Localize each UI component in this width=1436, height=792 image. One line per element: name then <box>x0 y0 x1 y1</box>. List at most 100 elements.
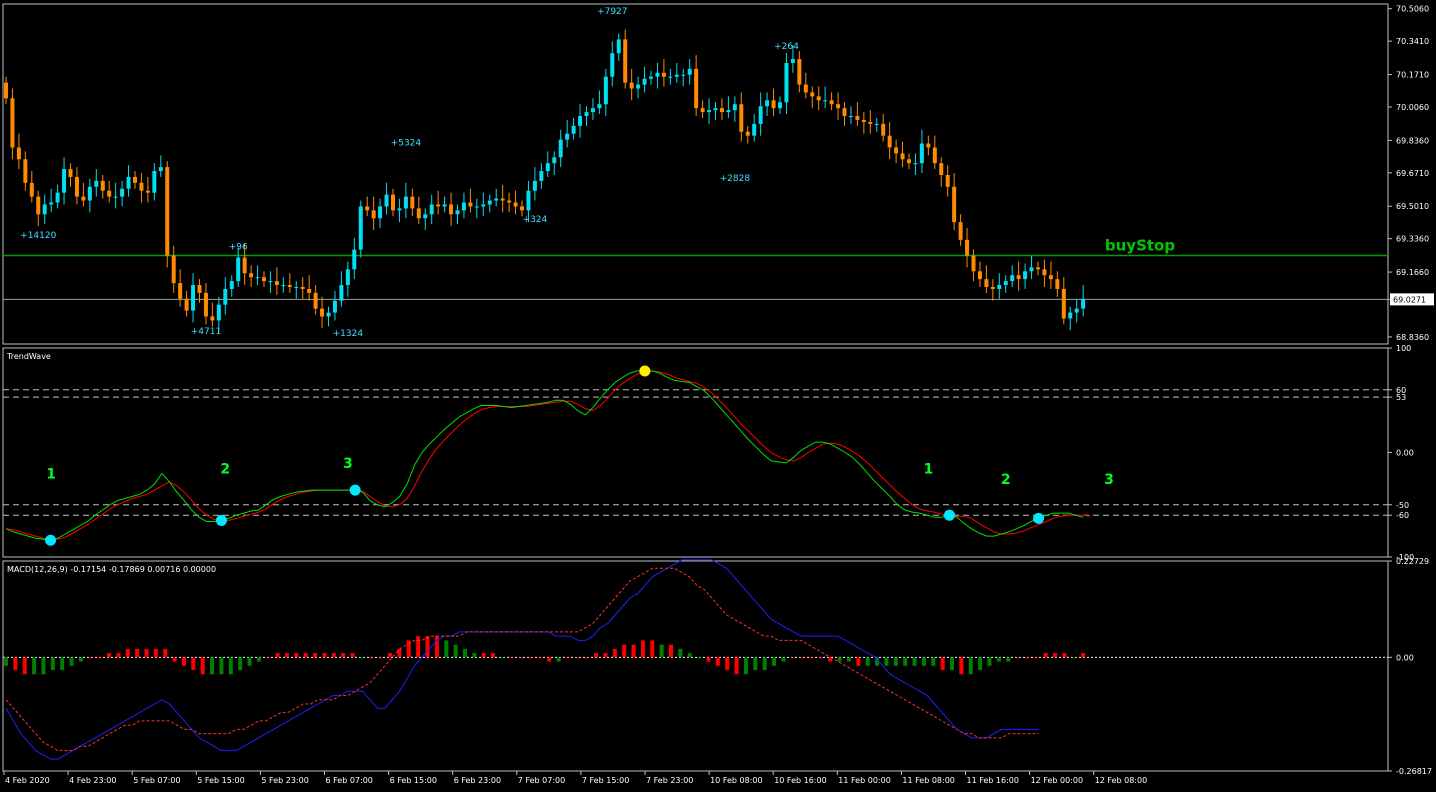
candle-bear[interactable] <box>242 257 247 274</box>
candle-bear[interactable] <box>900 153 905 160</box>
candle-bear[interactable] <box>1061 288 1066 319</box>
candle-bull[interactable] <box>823 100 828 102</box>
candle-bear[interactable] <box>81 196 86 201</box>
candle-bear[interactable] <box>449 204 454 215</box>
candle-bull[interactable] <box>565 133 570 140</box>
candle-bull[interactable] <box>584 112 589 117</box>
candle-bull[interactable] <box>42 204 47 215</box>
candle-bull[interactable] <box>778 102 782 109</box>
candle-bear[interactable] <box>178 283 183 299</box>
candle-bear[interactable] <box>977 271 982 280</box>
candle-bull[interactable] <box>461 202 466 211</box>
candle-bull[interactable] <box>919 143 924 164</box>
candle-bull[interactable] <box>610 53 615 77</box>
candle-bear[interactable] <box>468 202 473 207</box>
candle-bull[interactable] <box>126 176 131 189</box>
candle-bull[interactable] <box>384 194 389 207</box>
candle-bull[interactable] <box>352 249 357 270</box>
candle-bull[interactable] <box>532 180 537 191</box>
candle-bear[interactable] <box>623 39 628 83</box>
candle-bull[interactable] <box>636 84 641 89</box>
candle-bear[interactable] <box>313 292 318 309</box>
candle-bull[interactable] <box>1074 308 1079 313</box>
candle-bull[interactable] <box>152 171 157 193</box>
candle-bull[interactable] <box>94 180 99 187</box>
candle-bull[interactable] <box>655 72 660 77</box>
candle-bear[interactable] <box>842 108 847 117</box>
candle-bear[interactable] <box>500 198 505 201</box>
candle-bear[interactable] <box>307 288 312 293</box>
candle-bull[interactable] <box>255 277 260 279</box>
candle-bear[interactable] <box>887 135 892 148</box>
candle-bull[interactable] <box>590 108 595 113</box>
candle-bull[interactable] <box>281 285 286 287</box>
candle-bull[interactable] <box>1029 267 1034 272</box>
candle-bull[interactable] <box>326 312 331 317</box>
candle-bear[interactable] <box>1055 279 1060 289</box>
candle-bear[interactable] <box>694 68 699 109</box>
candle-bull[interactable] <box>1023 271 1028 280</box>
candle-bear[interactable] <box>365 206 370 211</box>
candle-bull[interactable] <box>223 288 228 305</box>
candle-bull[interactable] <box>49 202 54 205</box>
candle-bear[interactable] <box>965 239 970 256</box>
candle-bull[interactable] <box>87 186 92 201</box>
candle-bull[interactable] <box>758 106 763 124</box>
candle-bear[interactable] <box>1016 275 1021 280</box>
candle-bear[interactable] <box>371 210 376 219</box>
candle-bear[interactable] <box>210 316 215 321</box>
candle-bull[interactable] <box>707 110 712 113</box>
candle-bull[interactable] <box>578 116 583 126</box>
candle-bull[interactable] <box>378 206 383 219</box>
candle-bull[interactable] <box>1081 298 1086 309</box>
candle-bull[interactable] <box>674 74 679 77</box>
candle-bull[interactable] <box>726 110 731 113</box>
candle-bull[interactable] <box>120 188 125 197</box>
candle-bear[interactable] <box>700 108 705 113</box>
candle-bull[interactable] <box>687 68 692 75</box>
candle-bull[interactable] <box>571 125 576 134</box>
candle-bull[interactable] <box>642 78 647 85</box>
candle-bear[interactable] <box>926 143 931 148</box>
candle-bull[interactable] <box>790 59 795 63</box>
candle-bull[interactable] <box>358 206 363 250</box>
candle-bear[interactable] <box>100 180 105 191</box>
candle-bear[interactable] <box>203 292 208 317</box>
candle-bull[interactable] <box>752 123 757 136</box>
candle-bull[interactable] <box>681 74 686 76</box>
candle-bear[interactable] <box>249 273 254 278</box>
candle-bull[interactable] <box>765 100 770 107</box>
candle-bear[interactable] <box>881 123 886 136</box>
candle-bull[interactable] <box>545 163 550 172</box>
candle-bear[interactable] <box>629 82 634 89</box>
candle-bear[interactable] <box>797 59 802 85</box>
candle-bear[interactable] <box>320 308 325 317</box>
candle-bear[interactable] <box>184 298 189 311</box>
candle-bear[interactable] <box>16 147 21 160</box>
candle-bull[interactable] <box>294 287 299 289</box>
candle-bull[interactable] <box>848 116 853 118</box>
candle-bear[interactable] <box>410 196 415 209</box>
candle-bear[interactable] <box>507 200 512 203</box>
candle-bear[interactable] <box>984 279 989 288</box>
candle-bull[interactable] <box>874 123 879 125</box>
candle-bear[interactable] <box>816 96 821 101</box>
candle-bull[interactable] <box>1010 275 1015 282</box>
candle-bear[interactable] <box>939 163 944 175</box>
candle-bear[interactable] <box>139 182 144 191</box>
candle-bull[interactable] <box>442 204 447 207</box>
candle-bear[interactable] <box>932 147 937 164</box>
candle-bear[interactable] <box>719 108 724 113</box>
candle-bear[interactable] <box>4 82 8 99</box>
candle-bull[interactable] <box>997 285 1002 289</box>
candle-bear[interactable] <box>29 182 34 197</box>
candle-bear[interactable] <box>803 84 808 93</box>
candle-bull[interactable] <box>55 192 60 203</box>
candle-bear[interactable] <box>287 285 292 288</box>
candle-bull[interactable] <box>597 104 602 109</box>
candle-bull[interactable] <box>913 163 918 165</box>
candle-bull[interactable] <box>423 214 428 219</box>
candle-bear[interactable] <box>771 100 776 109</box>
candle-bear[interactable] <box>133 176 137 183</box>
candle-bull[interactable] <box>539 171 544 181</box>
